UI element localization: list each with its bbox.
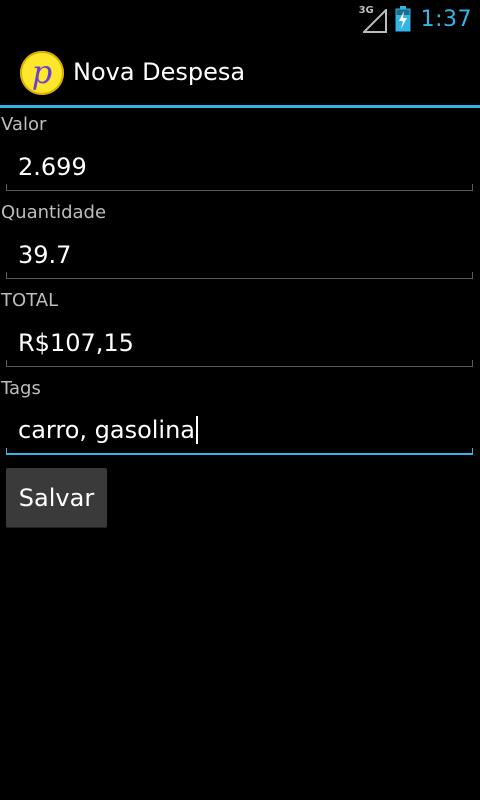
field-valor: Valor: [0, 110, 480, 198]
clock: 1:37: [420, 6, 472, 32]
field-label-valor: Valor: [1, 114, 47, 135]
field-tags: Tags carro, gasolina: [0, 374, 480, 462]
valor-underline: [6, 184, 473, 191]
total-input[interactable]: [6, 320, 473, 366]
field-label-quantidade: Quantidade: [1, 202, 107, 223]
action-bar-divider: [0, 105, 480, 108]
valor-input[interactable]: [6, 144, 473, 190]
quantidade-underline: [6, 272, 473, 279]
text-cursor: [196, 416, 199, 444]
status-icons: 3G 1:37: [359, 4, 472, 34]
tags-input-value: carro, gasolina: [18, 416, 196, 444]
app-logo-icon[interactable]: p: [20, 51, 64, 95]
field-quantidade: Quantidade: [0, 198, 480, 286]
quantidade-input[interactable]: [6, 232, 473, 278]
signal-icon: [362, 9, 387, 33]
signal-indicator: 3G: [359, 5, 389, 33]
app-logo-glyph: p: [31, 53, 53, 91]
battery-charging-icon: [395, 6, 411, 32]
save-button[interactable]: Salvar: [6, 468, 107, 528]
field-label-tags: Tags: [1, 378, 41, 399]
tags-underline: [6, 448, 473, 455]
page-title: Nova Despesa: [73, 58, 246, 86]
expense-form: Valor Quantidade TOTAL Tags carro, gasol…: [0, 110, 480, 462]
field-label-total: TOTAL: [1, 290, 59, 311]
status-bar: 3G 1:37: [0, 0, 480, 38]
tags-input[interactable]: carro, gasolina: [18, 416, 199, 444]
total-underline: [6, 360, 473, 367]
field-total: TOTAL: [0, 286, 480, 374]
action-bar: p Nova Despesa: [0, 38, 480, 108]
